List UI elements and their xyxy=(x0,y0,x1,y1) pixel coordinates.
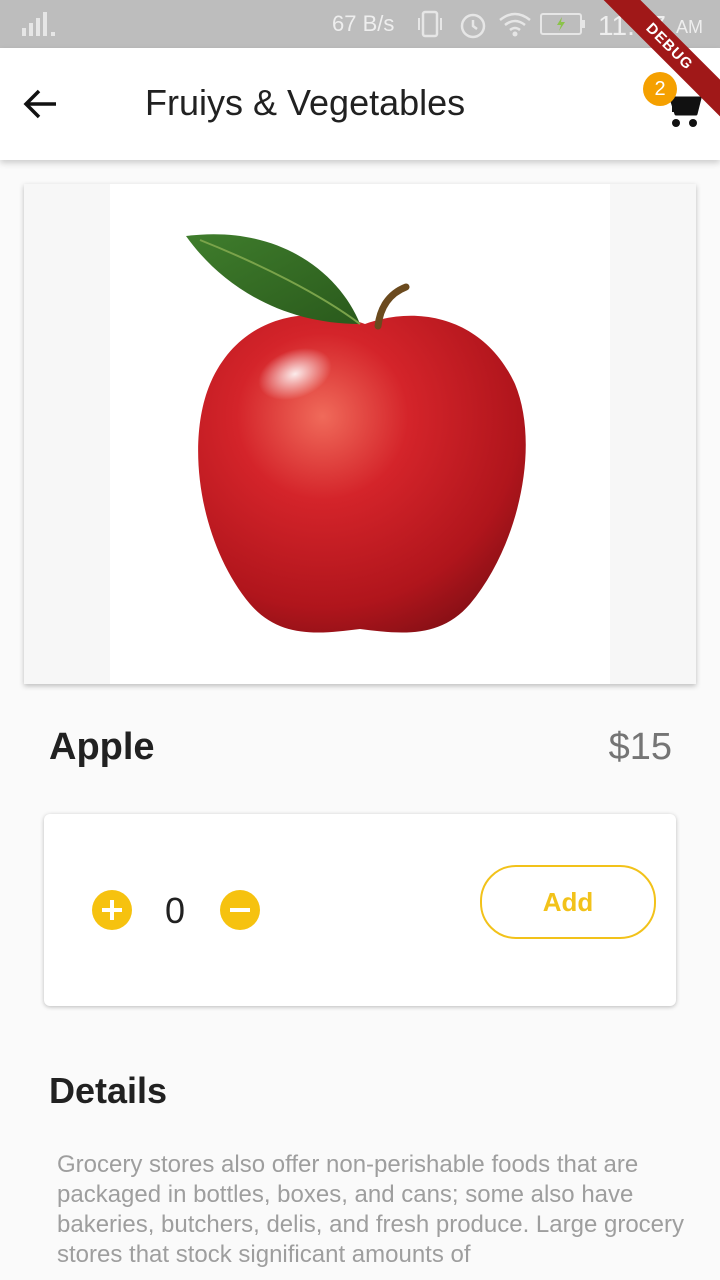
increase-quantity-button[interactable] xyxy=(92,890,132,930)
clock-ampm: AM xyxy=(676,17,703,37)
apple-image xyxy=(186,234,526,633)
quantity-card: 0 Add xyxy=(44,814,676,1006)
page-title: Fruiys & Vegetables xyxy=(145,82,466,123)
details-text: Grocery stores also offer non-perishable… xyxy=(57,1151,685,1268)
details-heading: Details xyxy=(49,1070,168,1111)
cart-count-badge: 2 xyxy=(643,72,677,106)
product-image-card xyxy=(24,184,696,684)
signal-icon xyxy=(22,12,55,36)
product-price: $15 xyxy=(608,726,672,768)
back-button[interactable] xyxy=(20,84,60,124)
product-name: Apple xyxy=(49,726,155,768)
add-to-cart-button[interactable]: Add xyxy=(480,865,656,939)
quantity-value: 0 xyxy=(164,890,186,931)
app-bar: Fruiys & Vegetables 2 xyxy=(0,48,720,160)
alarm-icon xyxy=(460,13,486,39)
vibrate-icon xyxy=(418,10,442,38)
product-image xyxy=(110,184,610,684)
decrease-quantity-button[interactable] xyxy=(220,890,260,930)
network-speed: 67 B/s xyxy=(332,11,395,36)
wifi-icon xyxy=(499,12,531,37)
arrow-back-icon xyxy=(23,89,56,119)
battery-icon xyxy=(540,13,585,35)
